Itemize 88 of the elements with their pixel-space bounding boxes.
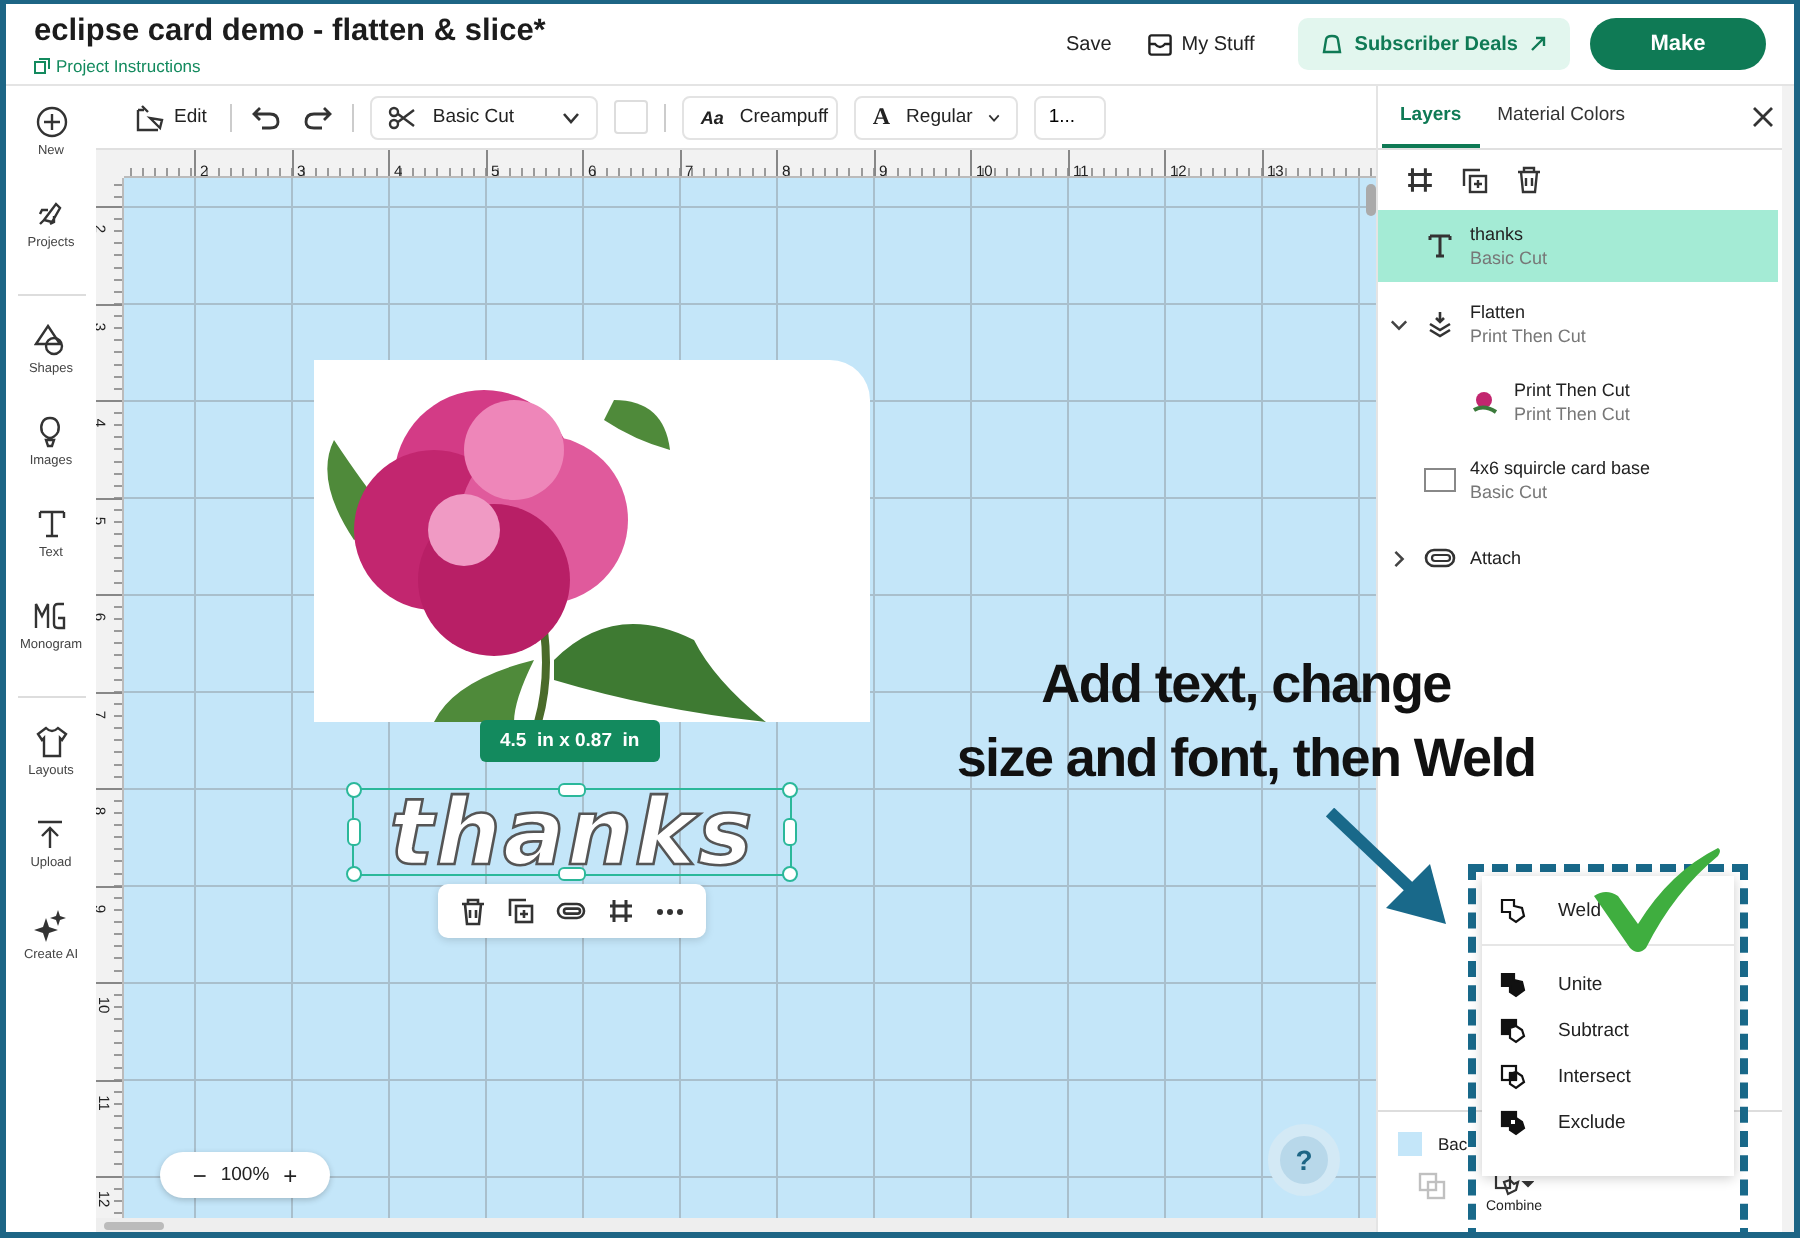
flower-thumbnail-icon: [1468, 388, 1500, 416]
menu-item[interactable]: Subtract: [1482, 1008, 1734, 1054]
shirt-icon: [35, 726, 67, 758]
layer-item[interactable]: 4x6 squircle card base Basic Cut: [1378, 444, 1778, 516]
scrollbar-thumb[interactable]: [1366, 184, 1376, 216]
layer-name: Flatten: [1470, 302, 1528, 322]
delete-icon[interactable]: [460, 897, 486, 925]
panel-tab[interactable]: Layers: [1382, 86, 1480, 148]
scissors-icon: [388, 105, 417, 129]
sparkle-icon: [34, 910, 67, 942]
resize-handle[interactable]: [783, 818, 797, 846]
chevron-icon[interactable]: [1389, 315, 1407, 333]
more-icon[interactable]: [656, 907, 684, 915]
annotation-text: Add text, change: [1039, 652, 1453, 718]
layer-operation: Basic Cut: [1470, 248, 1548, 268]
scrollbar-thumb[interactable]: [104, 1221, 164, 1229]
menu-item[interactable]: Intersect: [1482, 1054, 1734, 1100]
menu-item[interactable]: Exclude: [1482, 1100, 1734, 1146]
layer-operation: Print Then Cut: [1514, 404, 1630, 424]
plus-circle-icon: [35, 106, 67, 138]
layer-item[interactable]: Print Then Cut Print Then Cut: [1422, 366, 1778, 438]
make-button[interactable]: Make: [1590, 18, 1766, 70]
inbox-icon: [1147, 33, 1172, 55]
arrow: [1326, 808, 1450, 928]
background-label: Bac: [1438, 1134, 1468, 1154]
menu-item[interactable]: Weld: [1482, 888, 1734, 932]
my-stuff-button[interactable]: My Stuff: [1139, 25, 1263, 63]
paperclip-icon[interactable]: [556, 902, 586, 920]
layer-item[interactable]: thanks Basic Cut: [1378, 210, 1778, 282]
unite-icon: [1500, 972, 1526, 998]
chevron-icon[interactable]: [1389, 549, 1407, 567]
card-base[interactable]: [314, 360, 870, 722]
undo-icon[interactable]: [252, 105, 281, 129]
close-icon[interactable]: [1752, 106, 1774, 128]
zoom-out-button[interactable]: −: [192, 1163, 207, 1187]
zoom-in-button[interactable]: +: [283, 1163, 298, 1187]
resize-handle[interactable]: [347, 818, 361, 846]
layer-operation: Print Then Cut: [1470, 326, 1586, 346]
project-instructions-link[interactable]: Project Instructions: [34, 55, 546, 75]
edit-icon: [136, 103, 164, 131]
delete-icon[interactable]: [1516, 166, 1542, 194]
rectangle-icon: [1424, 468, 1456, 492]
font-style-dropdown[interactable]: A Regular: [854, 95, 1019, 139]
panel-tab[interactable]: Material Colors: [1479, 86, 1644, 148]
text-icon: [1426, 232, 1454, 260]
text-icon: [35, 508, 67, 540]
monogram-icon: [34, 600, 67, 632]
resize-handle[interactable]: [558, 867, 586, 881]
caret-icon: [988, 111, 1001, 123]
group-icon[interactable]: [1406, 166, 1434, 194]
resize-handle[interactable]: [558, 783, 586, 797]
zoom-level: 100%: [220, 1164, 270, 1186]
intersect-icon: [1500, 1064, 1526, 1090]
layer-name: 4x6 squircle card base: [1470, 458, 1651, 478]
duplicate-icon[interactable]: [508, 898, 534, 924]
project-title: eclipse card demo - flatten & slice*: [34, 13, 546, 49]
dimension-badge: 4.5 in x 0.87 in: [480, 720, 660, 762]
layer-name: Print Then Cut: [1514, 380, 1630, 400]
subtract-icon: [1500, 1018, 1526, 1044]
group-icon[interactable]: [608, 898, 634, 924]
operation-dropdown[interactable]: Basic Cut: [370, 95, 599, 139]
stack-icon: [1426, 310, 1454, 338]
combine-icon: [1494, 1172, 1534, 1196]
rocket-icon: [34, 198, 67, 230]
paperclip-icon: [1424, 548, 1456, 568]
layer-item[interactable]: Attach: [1378, 522, 1778, 594]
layer-name: Attach: [1470, 548, 1522, 568]
subscriber-deals-button[interactable]: Subscriber Deals: [1298, 18, 1570, 70]
layer-operation: Basic Cut: [1470, 482, 1550, 502]
save-button[interactable]: Save: [1057, 25, 1120, 63]
caret-icon: [562, 111, 581, 123]
external-arrow-icon: [1530, 36, 1546, 52]
edit-button[interactable]: Edit: [128, 95, 215, 139]
menu-item[interactable]: Unite: [1482, 962, 1734, 1008]
copy-icon: [34, 57, 50, 73]
color-swatch[interactable]: [1398, 1132, 1422, 1156]
weld-icon: [1500, 897, 1526, 923]
redo-icon[interactable]: [304, 105, 333, 129]
layer-item[interactable]: Flatten Print Then Cut: [1378, 288, 1778, 360]
shapes-icon: [34, 324, 67, 356]
duplicate-icon[interactable]: [1462, 167, 1488, 193]
layer-name: thanks: [1470, 224, 1526, 244]
font-button[interactable]: Aa Creampuff: [682, 95, 839, 139]
font-size-field[interactable]: 1...: [1034, 95, 1107, 139]
annotation-text: size and font, then Weld: [954, 726, 1538, 792]
exclude-icon: [1500, 1110, 1526, 1136]
color-swatch[interactable]: [614, 100, 649, 134]
upload-icon: [34, 818, 67, 850]
